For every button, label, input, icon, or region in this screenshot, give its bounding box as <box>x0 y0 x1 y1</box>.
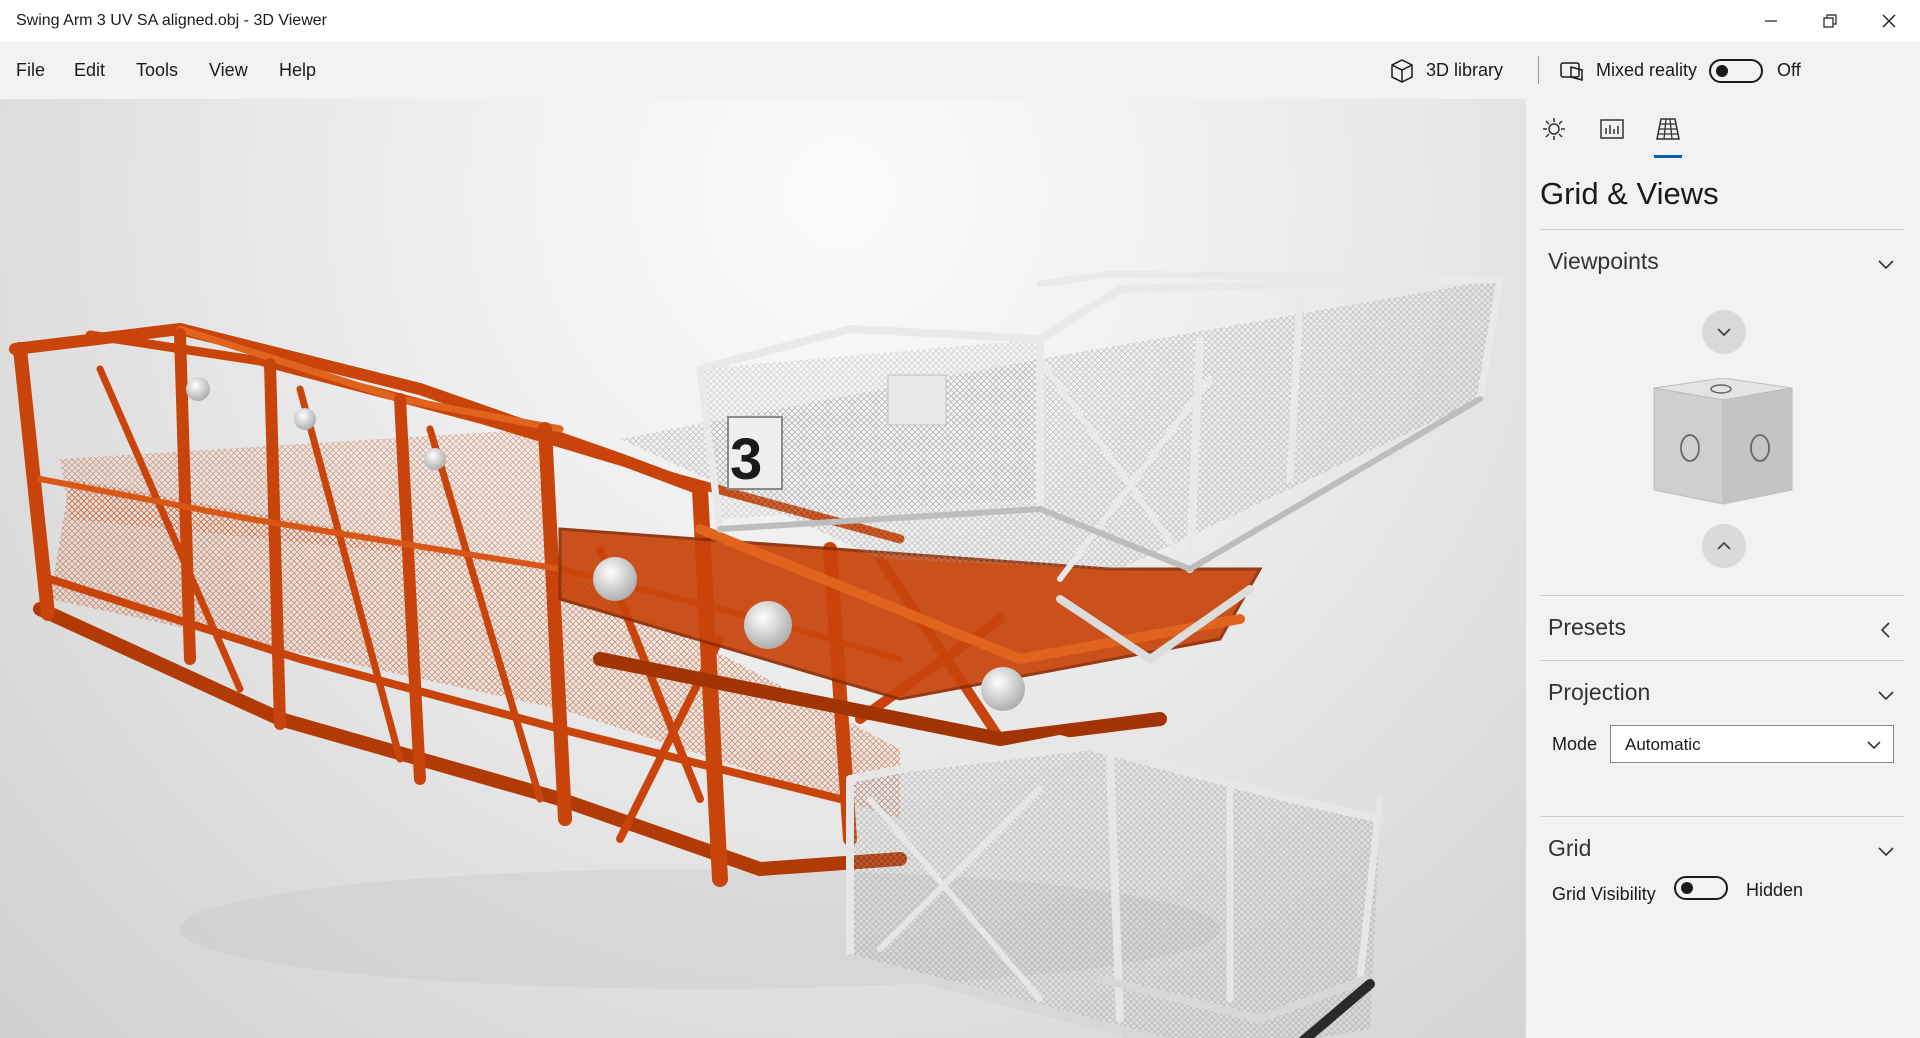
mode-label: Mode <box>1552 734 1598 754</box>
active-tab-indicator <box>1654 155 1682 158</box>
tab-lighting[interactable] <box>1538 113 1570 145</box>
projection-section-header[interactable]: Projection <box>1540 673 1904 713</box>
presets-label: Presets <box>1548 614 1626 640</box>
menu-view[interactable]: View <box>209 60 248 81</box>
grid-label: Grid <box>1548 835 1592 861</box>
chevron-down-icon <box>1878 847 1894 857</box>
minimize-icon <box>1765 20 1777 22</box>
model-render: 3 <box>9 270 1504 1038</box>
close-button[interactable] <box>1860 0 1918 42</box>
grid-visibility-label: Grid Visibility <box>1552 884 1656 904</box>
menu-help[interactable]: Help <box>279 60 316 81</box>
chevron-down-icon <box>1867 741 1881 750</box>
panel-title: Grid & Views <box>1540 176 1719 211</box>
toggle-knob <box>1716 64 1729 77</box>
chevron-down-icon <box>1717 328 1731 337</box>
chevron-up-icon <box>1717 541 1731 550</box>
menu-separator <box>1538 56 1539 84</box>
title-bar: Swing Arm 3 UV SA aligned.obj - 3D Viewe… <box>0 0 1920 42</box>
presets-section-header[interactable]: Presets <box>1540 608 1904 648</box>
viewpoints-section-header[interactable]: Viewpoints <box>1540 242 1904 282</box>
divider <box>1540 229 1904 230</box>
restore-icon <box>1823 14 1837 28</box>
viewpoints-label: Viewpoints <box>1548 248 1659 274</box>
menu-edit[interactable]: Edit <box>74 60 105 81</box>
restore-button[interactable] <box>1801 0 1859 42</box>
minimize-button[interactable] <box>1742 0 1800 42</box>
chevron-left-icon <box>1880 622 1890 638</box>
white-lower-platform <box>845 734 1384 1038</box>
grid-visibility-state: Hidden <box>1746 880 1804 900</box>
mixed-reality-control: Mixed reality Off <box>1558 42 1801 99</box>
platform-number-label: 3 <box>730 427 762 492</box>
lighting-icon <box>1543 118 1565 140</box>
menu-bar: File Edit Tools View Help 3D library Mix… <box>0 42 1920 99</box>
projection-label: Projection <box>1548 679 1651 705</box>
divider <box>1540 660 1904 661</box>
menu-file[interactable]: File <box>16 60 45 81</box>
rotate-down-button[interactable] <box>1702 310 1746 354</box>
projection-mode-value: Automatic <box>1625 735 1701 754</box>
view-cube[interactable] <box>1648 378 1798 506</box>
cube-icon <box>1391 58 1413 83</box>
3d-library-label: 3D library <box>1426 60 1504 80</box>
close-icon <box>1882 14 1896 28</box>
mixed-reality-state: Off <box>1777 60 1801 80</box>
grid-icon <box>1656 118 1680 140</box>
window-title: Swing Arm 3 UV SA aligned.obj - 3D Viewe… <box>16 12 327 29</box>
chevron-down-icon <box>1878 691 1894 701</box>
rotate-up-button[interactable] <box>1702 524 1746 568</box>
divider <box>1540 816 1904 817</box>
mixed-reality-toggle[interactable] <box>1709 58 1764 83</box>
menu-tools[interactable]: Tools <box>136 60 178 81</box>
chevron-down-icon <box>1878 260 1894 270</box>
grid-section-header[interactable]: Grid <box>1540 829 1904 869</box>
divider <box>1540 595 1904 596</box>
mixed-reality-label: Mixed reality <box>1596 60 1698 80</box>
mixed-reality-icon <box>1560 61 1583 81</box>
grid-visibility-toggle[interactable] <box>1674 876 1728 900</box>
toggle-knob <box>1681 882 1693 894</box>
3d-viewport[interactable]: 3 <box>0 99 1526 1038</box>
3d-library-button[interactable]: 3D library <box>1388 42 1503 99</box>
tab-stats[interactable] <box>1596 113 1628 145</box>
stats-icon <box>1600 119 1624 139</box>
tab-grid-views[interactable] <box>1652 113 1684 145</box>
projection-mode-select[interactable]: Automatic <box>1610 725 1894 763</box>
